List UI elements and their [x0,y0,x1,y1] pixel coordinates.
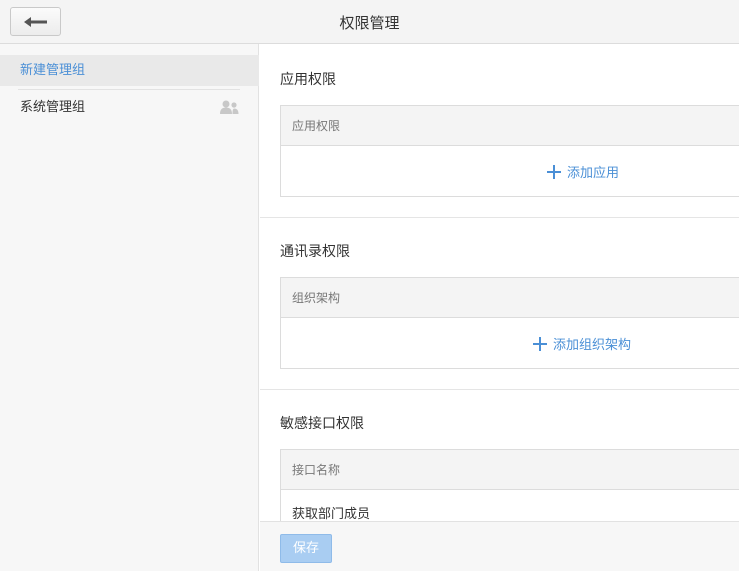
table-header: 组织架构 [281,278,739,318]
page-title: 权限管理 [339,14,400,32]
main-content: 应用权限 应用权限 添加应用 通讯录权限 组织架构 添加组织架构 敏感接口权限 … [260,44,739,571]
app-permissions-table: 应用权限 添加应用 [280,105,739,197]
sidebar-divider [18,89,240,90]
section-title-app-permissions: 应用权限 [280,72,336,88]
add-app-label: 添加应用 [567,166,620,181]
top-bar: 权限管理 [0,0,739,44]
contacts-permissions-table: 组织架构 添加组织架构 [280,277,739,369]
people-icon [220,100,239,114]
add-org-structure-button[interactable]: 添加组织架构 [533,334,631,353]
save-button[interactable]: 保存 [280,534,332,563]
sidebar-item-label: 系统管理组 [20,100,86,115]
sidebar-item-label: 新建管理组 [20,63,86,78]
sidebar: 新建管理组 系统管理组 [0,44,259,571]
sidebar-item-system-admin-group[interactable]: 系统管理组 [0,92,259,123]
section-divider [260,389,739,390]
footer-bar: 保存 [260,521,739,571]
plus-icon [533,337,547,351]
section-title-contacts-permissions: 通讯录权限 [280,244,350,260]
add-app-button[interactable]: 添加应用 [547,162,619,181]
section-divider [260,217,739,218]
section-title-sensitive-api-permissions: 敏感接口权限 [280,416,364,432]
table-body: 添加组织架构 [281,318,739,368]
sidebar-item-new-admin-group[interactable]: 新建管理组 [0,55,259,86]
plus-icon [547,165,561,179]
table-header: 接口名称 [281,450,739,490]
table-body: 添加应用 [281,146,739,196]
table-header: 应用权限 [281,106,739,146]
add-org-structure-label: 添加组织架构 [553,338,632,353]
